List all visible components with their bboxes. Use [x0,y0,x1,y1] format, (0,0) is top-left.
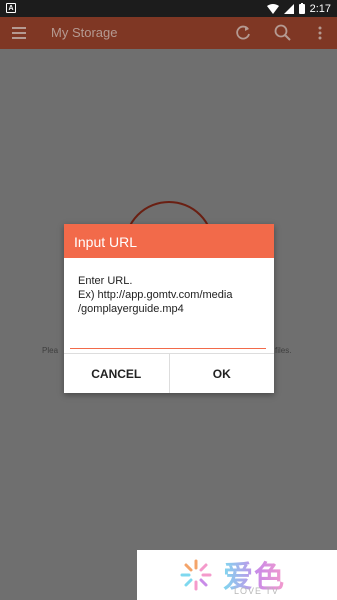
watermark: 爱色 LOVE TV [137,550,337,600]
dialog-title: Input URL [64,224,274,258]
ok-button[interactable]: OK [168,354,274,393]
notification-icon: A [6,3,16,13]
dialog-message: Enter URL. Ex) http://app.gomtv.com/medi… [64,258,274,353]
battery-icon [298,3,305,14]
dialog-message-line: Ex) http://app.gomtv.com/media [78,289,233,301]
menu-icon[interactable] [12,27,26,39]
status-bar: A 2:17 [0,0,337,17]
wifi-icon [266,3,279,14]
app-bar-title: My Storage [51,25,118,40]
empty-state-text-right: files. [275,346,292,355]
signal-icon [283,3,294,14]
input-url-dialog: Input URL Enter URL. Ex) http://app.gomt… [64,224,274,393]
snowflake-logo-icon [180,559,212,591]
dialog-message-line: Enter URL. [78,275,133,287]
cancel-button[interactable]: CANCEL [64,354,169,393]
app-bar: My Storage [0,17,337,49]
more-vert-icon[interactable] [310,23,330,43]
dialog-message-line: /gomplayerguide.mp4 [78,303,184,315]
status-time: 2:17 [309,2,331,15]
watermark-sub-text: LOVE TV [234,586,279,596]
status-indicators: 2:17 [266,0,331,17]
search-icon[interactable] [273,23,293,43]
refresh-icon[interactable] [233,23,253,43]
dialog-buttons: CANCEL OK [64,353,274,393]
url-input[interactable] [70,333,266,349]
empty-state-text-left: Plea [42,346,59,355]
